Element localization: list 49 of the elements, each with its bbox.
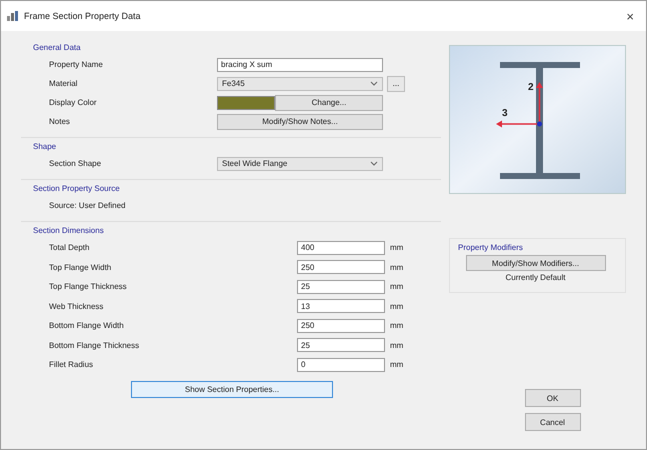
window-title: Frame Section Property Data: [24, 11, 142, 21]
change-button[interactable]: Change...: [275, 94, 383, 110]
source-text: Source: User Defined: [49, 201, 126, 210]
field-label: Top Flange Width: [49, 262, 112, 272]
dimension-field[interactable]: 13: [297, 299, 385, 314]
field-label: Bottom Flange Width: [49, 321, 125, 330]
field-label: Top Flange Thickness: [49, 282, 128, 292]
dialog-button[interactable]: Cancel: [524, 413, 580, 431]
modifiers-status: Currently Default: [505, 273, 566, 282]
field-label: Property Name: [49, 60, 104, 69]
dialog-button[interactable]: OK: [524, 389, 580, 407]
group-title: Property Modifiers: [458, 243, 523, 252]
unit-label: mm: [390, 340, 404, 350]
field-label: Total Depth: [49, 243, 90, 252]
caret-icon: [370, 81, 378, 86]
dimension-field[interactable]: 25: [297, 338, 385, 352]
material-dropdown[interactable]: Fe345: [217, 76, 383, 90]
dimension-field[interactable]: 0: [297, 358, 385, 372]
caret-icon: [370, 161, 378, 166]
group-title: Section Property Source: [33, 184, 121, 193]
property-name-field[interactable]: bracing X sum: [217, 58, 383, 72]
field-label: Fillet Radius: [49, 360, 94, 370]
field-label: Notes: [49, 117, 71, 126]
unit-label: mm: [390, 262, 404, 272]
section-shape-dropdown[interactable]: Steel Wide Flange: [217, 156, 383, 170]
section-drawing: 2 3: [449, 45, 626, 194]
show-properties-button[interactable]: Show Section Properties...: [131, 380, 333, 398]
field-label: Web Thickness: [49, 302, 104, 311]
modifiers-button[interactable]: Modify/Show Modifiers...: [466, 255, 606, 271]
field-label: Bottom Flange Thickness: [49, 340, 140, 350]
close-button[interactable]: ×: [620, 8, 640, 24]
dimension-field[interactable]: 250: [297, 260, 385, 274]
group-title: Section Dimensions: [33, 226, 105, 235]
field-label: Section Shape: [49, 159, 102, 168]
field-label: Display Color: [49, 98, 98, 107]
dimension-field[interactable]: 25: [297, 280, 385, 294]
dimension-field[interactable]: 250: [297, 318, 385, 333]
unit-label: mm: [390, 321, 404, 330]
app-icon: [7, 11, 19, 21]
notes-button[interactable]: Modify/Show Notes...: [217, 114, 383, 130]
unit-label: mm: [390, 243, 404, 252]
group-title: Shape: [33, 142, 58, 151]
group-title: General Data: [33, 43, 82, 52]
dimension-field[interactable]: 400: [297, 240, 385, 255]
unit-label: mm: [390, 360, 404, 370]
unit-label: mm: [390, 302, 404, 311]
more-button[interactable]: ...: [387, 76, 405, 92]
field-label: Material: [49, 79, 78, 88]
unit-label: mm: [390, 282, 404, 292]
